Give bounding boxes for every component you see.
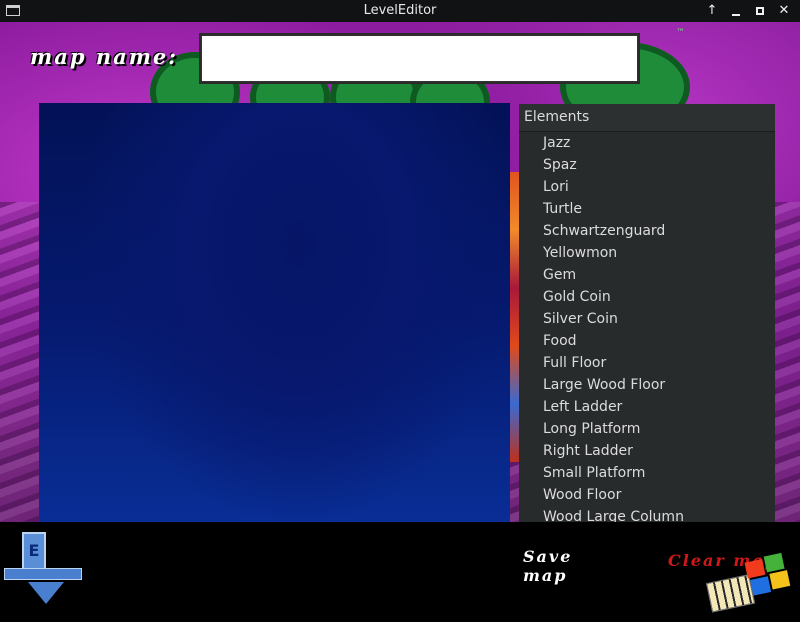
list-item-full-floor[interactable]: Full Floor bbox=[519, 352, 775, 374]
blue-pane bbox=[750, 576, 772, 596]
window-title: LevelEditor bbox=[363, 3, 437, 18]
close-icon: ✕ bbox=[778, 3, 790, 18]
list-item-gem[interactable]: Gem bbox=[519, 264, 775, 286]
list-item-spaz[interactable]: Spaz bbox=[519, 154, 775, 176]
green-pane bbox=[763, 552, 785, 573]
yellow-pane bbox=[769, 570, 791, 590]
list-item-small-platform[interactable]: Small Platform bbox=[519, 462, 775, 484]
minimize-button[interactable] bbox=[727, 3, 745, 19]
flag-stripes bbox=[705, 574, 756, 613]
title-bar: LevelEditor ↑ ✕ bbox=[0, 0, 800, 22]
maximize-button[interactable] bbox=[751, 3, 769, 19]
map-name-label: map name: bbox=[30, 44, 179, 69]
list-item-wood-floor[interactable]: Wood Floor bbox=[519, 484, 775, 506]
maximize-icon bbox=[756, 7, 764, 15]
level-editor-window: LevelEditor ↑ ✕ ™ map name: Elements Jaz… bbox=[0, 0, 800, 622]
editor-badge-logo: E bbox=[4, 532, 82, 610]
red-pane bbox=[744, 559, 766, 579]
list-item-large-wood-floor[interactable]: Large Wood Floor bbox=[519, 374, 775, 396]
list-item-schwartzenguard[interactable]: Schwartzenguard bbox=[519, 220, 775, 242]
list-item-lori[interactable]: Lori bbox=[519, 176, 775, 198]
list-item-left-ladder[interactable]: Left Ladder bbox=[519, 396, 775, 418]
up-arrow-icon: ↑ bbox=[706, 3, 718, 18]
list-item-turtle[interactable]: Turtle bbox=[519, 198, 775, 220]
list-item-yellowmon[interactable]: Yellowmon bbox=[519, 242, 775, 264]
level-canvas[interactable] bbox=[39, 103, 510, 574]
list-item-jazz[interactable]: Jazz bbox=[519, 132, 775, 154]
list-item-food[interactable]: Food bbox=[519, 330, 775, 352]
list-item-long-platform[interactable]: Long Platform bbox=[519, 418, 775, 440]
close-button[interactable]: ✕ bbox=[775, 3, 793, 19]
badge-letter: E bbox=[22, 532, 46, 570]
list-item-right-ladder[interactable]: Right Ladder bbox=[519, 440, 775, 462]
elements-panel: Elements Jazz Spaz Lori Turtle Schwartze… bbox=[519, 104, 775, 534]
trademark-mark: ™ bbox=[676, 28, 685, 38]
keep-above-button[interactable]: ↑ bbox=[703, 3, 721, 19]
elements-header: Elements bbox=[519, 104, 775, 132]
list-item-silver-coin[interactable]: Silver Coin bbox=[519, 308, 775, 330]
down-triangle-icon bbox=[28, 582, 64, 604]
badge-bar bbox=[4, 568, 82, 580]
map-name-input[interactable] bbox=[199, 33, 640, 84]
list-item-gold-coin[interactable]: Gold Coin bbox=[519, 286, 775, 308]
save-map-button[interactable]: Save map bbox=[523, 547, 623, 585]
elements-list: Jazz Spaz Lori Turtle Schwartzenguard Ye… bbox=[519, 132, 775, 528]
minimize-icon bbox=[732, 14, 740, 16]
